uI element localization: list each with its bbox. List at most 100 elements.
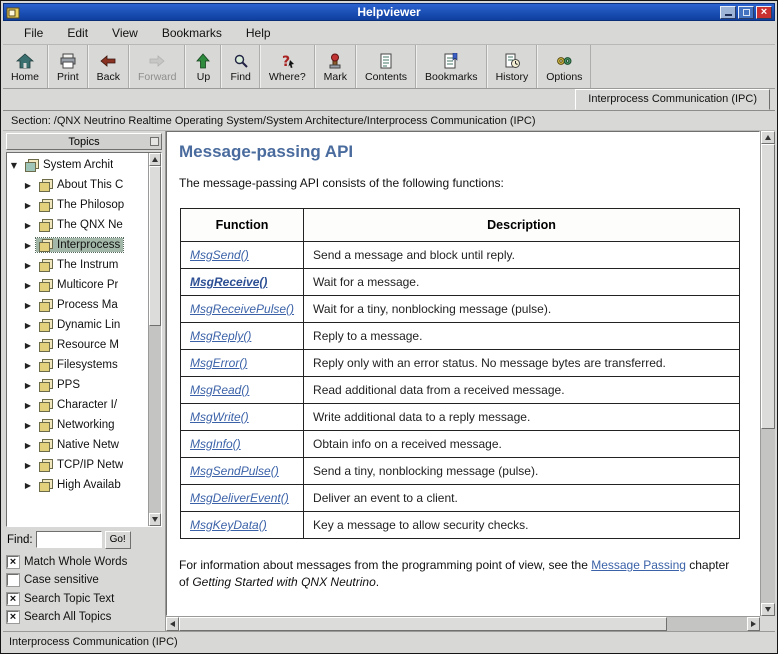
function-link[interactable]: MsgInfo() (190, 437, 241, 451)
chevron-right-icon[interactable]: ▶ (23, 241, 33, 250)
chevron-right-icon[interactable]: ▶ (23, 221, 33, 230)
topics-panel-header[interactable]: Topics (6, 133, 162, 150)
options-button[interactable]: Options (537, 45, 591, 88)
topics-sidebar: Topics ▼ System Archit ▶ About This C ▶ … (3, 131, 166, 631)
table-row: MsgDeliverEvent() Deliver an event to a … (181, 485, 740, 512)
tab-interprocess-communication[interactable]: Interprocess Communication (IPC) (575, 89, 770, 110)
find-input[interactable] (36, 531, 102, 548)
scroll-down-button[interactable] (149, 513, 161, 526)
tree-item[interactable]: ▶ About This C (9, 175, 147, 195)
chevron-right-icon[interactable]: ▶ (23, 461, 33, 470)
menu-help[interactable]: Help (235, 23, 282, 43)
chevron-right-icon[interactable]: ▶ (23, 421, 33, 430)
menu-bookmarks[interactable]: Bookmarks (151, 23, 233, 43)
maximize-button[interactable] (738, 6, 754, 19)
tree-item[interactable]: ▶ High Availab (9, 475, 147, 495)
function-link[interactable]: MsgReply() (190, 329, 251, 343)
find-button[interactable]: Find (221, 45, 259, 88)
chevron-right-icon[interactable]: ▶ (23, 261, 33, 270)
scroll-thumb[interactable] (149, 166, 161, 326)
scroll-track[interactable] (179, 617, 747, 631)
chevron-right-icon[interactable]: ▶ (23, 201, 33, 210)
chevron-right-icon[interactable]: ▶ (23, 301, 33, 310)
tree-item[interactable]: ▶ Character I/ (9, 395, 147, 415)
tree-item[interactable]: ▶ Process Ma (9, 295, 147, 315)
function-link[interactable]: MsgError() (190, 356, 247, 370)
find-go-button[interactable]: Go! (105, 531, 131, 549)
content-horizontal-scrollbar[interactable] (166, 616, 760, 631)
tree-item[interactable]: ▶ The Instrum (9, 255, 147, 275)
message-passing-link[interactable]: Message Passing (591, 558, 686, 572)
function-link[interactable]: MsgSend() (190, 248, 249, 262)
chevron-down-icon[interactable]: ▼ (9, 161, 19, 170)
menu-file[interactable]: File (13, 23, 54, 43)
scroll-down-button[interactable] (761, 603, 775, 616)
where-button[interactable]: ? Where? (260, 45, 315, 88)
scroll-left-button[interactable] (166, 617, 179, 631)
scroll-up-button[interactable] (149, 153, 161, 166)
checkbox-box[interactable] (7, 556, 19, 568)
scroll-up-button[interactable] (761, 131, 775, 144)
bookmarks-button[interactable]: Bookmarks (416, 45, 487, 88)
toolbar-label: Forward (138, 71, 177, 83)
chevron-right-icon[interactable]: ▶ (23, 381, 33, 390)
tree-item[interactable]: ▶ The QNX Ne (9, 215, 147, 235)
tree-item[interactable]: ▶ Filesystems (9, 355, 147, 375)
tree-scrollbar[interactable] (148, 153, 161, 526)
up-button[interactable]: Up (185, 45, 221, 88)
checkbox-search-all-topics[interactable]: Search All Topics (7, 608, 161, 626)
close-button[interactable]: × (756, 6, 772, 19)
print-button[interactable]: Print (48, 45, 88, 88)
tree-item-interprocess-selected[interactable]: ▶ Interprocess (9, 235, 147, 255)
content-vertical-scrollbar[interactable] (760, 131, 775, 616)
tree-item[interactable]: ▶ Native Netw (9, 435, 147, 455)
history-button[interactable]: History (487, 45, 538, 88)
scroll-track[interactable] (761, 144, 775, 603)
function-link[interactable]: MsgWrite() (190, 410, 249, 424)
tree-item[interactable]: ▶ The Philosop (9, 195, 147, 215)
function-link[interactable]: MsgDeliverEvent() (190, 491, 289, 505)
chevron-right-icon[interactable]: ▶ (23, 441, 33, 450)
chevron-right-icon[interactable]: ▶ (23, 481, 33, 490)
checkbox-search-topic-text[interactable]: Search Topic Text (7, 590, 161, 608)
chevron-right-icon[interactable]: ▶ (23, 281, 33, 290)
function-link[interactable]: MsgReceivePulse() (190, 302, 294, 316)
mark-button[interactable]: Mark (315, 45, 356, 88)
chevron-right-icon[interactable]: ▶ (23, 321, 33, 330)
contents-button[interactable]: Contents (356, 45, 416, 88)
checkbox-case-sensitive[interactable]: Case sensitive (7, 571, 161, 589)
checkbox-box[interactable] (7, 574, 19, 586)
function-link[interactable]: MsgSendPulse() (190, 464, 279, 478)
title-bar[interactable]: Helpviewer × (3, 3, 775, 21)
scroll-thumb[interactable] (179, 617, 667, 631)
back-button[interactable]: Back (88, 45, 129, 88)
panel-detach-button[interactable] (150, 137, 159, 146)
tree-item[interactable]: ▶ Networking (9, 415, 147, 435)
tree-item[interactable]: ▶ PPS (9, 375, 147, 395)
scroll-thumb[interactable] (761, 144, 775, 429)
function-link[interactable]: MsgRead() (190, 383, 249, 397)
function-link[interactable]: MsgKeyData() (190, 518, 267, 532)
tree-item[interactable]: ▶ TCP/IP Netw (9, 455, 147, 475)
tree-item-system-architecture[interactable]: ▼ System Archit (9, 155, 147, 175)
checkbox-match-whole-words[interactable]: Match Whole Words (7, 553, 161, 571)
checkbox-box[interactable] (7, 611, 19, 623)
tree-item[interactable]: ▶ Dynamic Lin (9, 315, 147, 335)
checkbox-label: Match Whole Words (24, 556, 127, 568)
function-link[interactable]: MsgReceive() (190, 275, 267, 289)
search-options: Match Whole Words Case sensitive Search … (6, 551, 162, 629)
forward-button[interactable]: Forward (129, 45, 186, 88)
chevron-right-icon[interactable]: ▶ (23, 361, 33, 370)
menu-edit[interactable]: Edit (56, 23, 99, 43)
checkbox-box[interactable] (7, 593, 19, 605)
menu-view[interactable]: View (101, 23, 149, 43)
home-button[interactable]: Home (3, 45, 48, 88)
chevron-right-icon[interactable]: ▶ (23, 181, 33, 190)
chevron-right-icon[interactable]: ▶ (23, 341, 33, 350)
chevron-right-icon[interactable]: ▶ (23, 401, 33, 410)
tree-item[interactable]: ▶ Resource M (9, 335, 147, 355)
tree-item[interactable]: ▶ Multicore Pr (9, 275, 147, 295)
minimize-button[interactable] (720, 6, 736, 19)
scroll-track[interactable] (149, 166, 161, 513)
scroll-right-button[interactable] (747, 617, 760, 631)
